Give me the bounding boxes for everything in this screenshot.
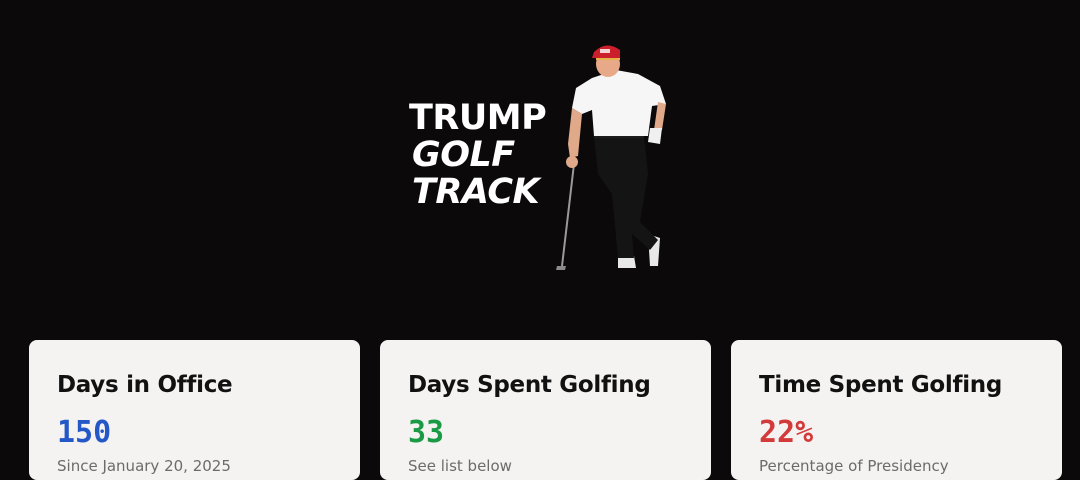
stat-title: Days Spent Golfing bbox=[408, 372, 651, 398]
stat-subtitle: Since January 20, 2025 bbox=[57, 457, 231, 475]
site-logo[interactable]: TRUMP GOLF TRACK bbox=[409, 98, 547, 212]
stat-value: 150 bbox=[57, 415, 112, 450]
stat-card-time-golfing: Time Spent Golfing 22% Percentage of Pre… bbox=[731, 340, 1062, 480]
hero-banner: TRUMP GOLF TRACK bbox=[0, 0, 1080, 340]
stat-subtitle[interactable]: See list below bbox=[408, 456, 683, 476]
stat-subtitle: Percentage of Presidency bbox=[759, 457, 949, 475]
stat-title: Days in Office bbox=[57, 372, 233, 398]
stat-title: Time Spent Golfing bbox=[759, 372, 1003, 398]
logo-word-golf: GOLF bbox=[412, 135, 515, 175]
stat-card-days-golfing: Days Spent Golfing 33 See list below bbox=[380, 340, 711, 480]
stat-value: 33 bbox=[408, 415, 445, 450]
logo-word-track: TRACK bbox=[412, 172, 540, 212]
golfer-illustration bbox=[556, 45, 666, 270]
logo-word-trump: TRUMP bbox=[409, 98, 547, 138]
stat-card-days-in-office: Days in Office 150 Since January 20, 202… bbox=[29, 340, 360, 480]
stat-value: 22% bbox=[759, 415, 814, 450]
